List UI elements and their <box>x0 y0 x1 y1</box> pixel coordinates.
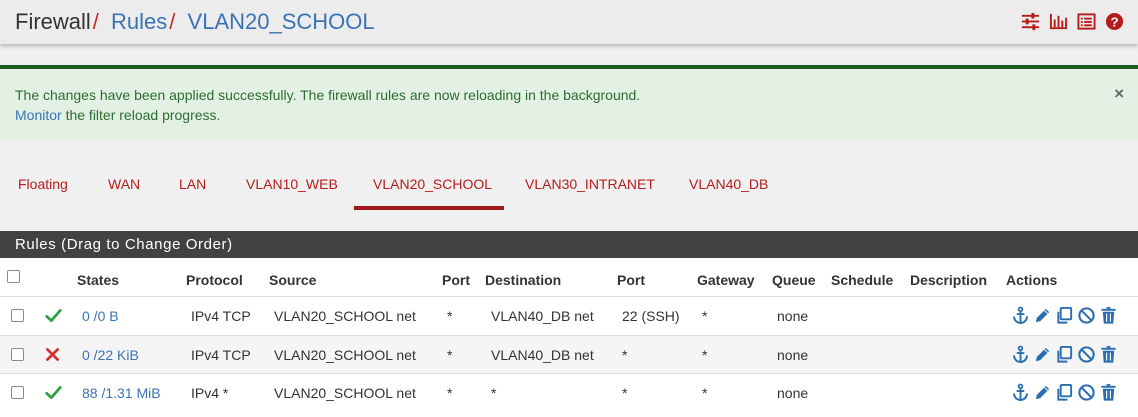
help-icon[interactable]: ? <box>1105 12 1124 31</box>
source-cell: VLAN20_SCHOOL net <box>274 347 416 363</box>
trash-icon[interactable] <box>1099 345 1118 364</box>
tab-vlan30-intranet[interactable]: VLAN30_INTRANET <box>525 176 655 192</box>
column-states: States <box>77 272 120 288</box>
anchor-icon[interactable] <box>1011 306 1030 325</box>
disable-icon[interactable] <box>1077 306 1096 325</box>
trash-icon[interactable] <box>1099 383 1118 402</box>
port-cell: * <box>447 385 453 401</box>
copy-icon[interactable] <box>1055 383 1074 402</box>
row-checkbox[interactable] <box>11 348 24 361</box>
destination-cell: * <box>491 385 497 401</box>
tab-wan[interactable]: WAN <box>108 176 140 192</box>
gateway-cell: * <box>702 308 708 324</box>
column-queue: Queue <box>772 272 816 288</box>
queue-cell: none <box>777 308 809 324</box>
queue-cell: none <box>777 347 809 363</box>
trash-icon[interactable] <box>1099 306 1118 325</box>
column-gateway: Gateway <box>697 272 755 288</box>
states-link[interactable]: 88 /1.31 MiB <box>82 385 161 401</box>
states-link[interactable]: 0 /0 B <box>82 308 119 324</box>
port-cell: * <box>447 347 453 363</box>
tab-vlan10-web[interactable]: VLAN10_WEB <box>246 176 338 192</box>
select-all-checkbox[interactable] <box>7 270 20 283</box>
tab-vlan40-db[interactable]: VLAN40_DB <box>689 176 768 192</box>
column-source: Source <box>269 272 317 288</box>
gateway-cell: * <box>702 385 708 401</box>
column-schedule: Schedule <box>831 272 894 288</box>
anchor-icon[interactable] <box>1011 345 1030 364</box>
panel-title: Rules (Drag to Change Order) <box>15 236 233 253</box>
alert-message: The changes have been applied successful… <box>15 87 641 103</box>
gateway-cell: * <box>702 347 708 363</box>
row-actions <box>1011 306 1118 325</box>
protocol-cell: IPv4 TCP <box>191 308 251 324</box>
tab-lan[interactable]: LAN <box>179 176 206 192</box>
table-row[interactable]: 88 /1.31 MiB IPv4 * VLAN20_SCHOOL net * … <box>0 373 1138 412</box>
breadcrumb-separator: / <box>92 9 99 34</box>
protocol-cell: IPv4 TCP <box>191 347 251 363</box>
header-toolbar: ? <box>1021 12 1124 31</box>
check-icon[interactable] <box>45 384 62 401</box>
tab-vlan20-school[interactable]: VLAN20_SCHOOL <box>373 176 492 192</box>
table-row[interactable]: 0 /0 B IPv4 TCP VLAN20_SCHOOL net * VLAN… <box>0 296 1138 335</box>
interface-tabs: Floating WAN LAN VLAN10_WEB VLAN20_SCHOO… <box>0 140 1138 230</box>
svg-text:?: ? <box>1110 14 1118 29</box>
row-checkbox[interactable] <box>11 309 24 322</box>
page-header: Firewall/ Rules/ VLAN20_SCHOOL ? <box>0 0 1138 44</box>
states-link[interactable]: 0 /22 KiB <box>82 347 139 363</box>
block-x-icon[interactable] <box>44 346 61 363</box>
destination-cell: VLAN40_DB net <box>491 347 594 363</box>
port-cell: * <box>447 308 453 324</box>
column-protocol: Protocol <box>186 272 243 288</box>
column-actions: Actions <box>1006 272 1058 288</box>
edit-pencil-icon[interactable] <box>1033 383 1052 402</box>
protocol-cell: IPv4 * <box>191 385 229 401</box>
edit-pencil-icon[interactable] <box>1033 306 1052 325</box>
destination-cell: VLAN40_DB net <box>491 308 594 324</box>
dest-port-cell: * <box>622 347 628 363</box>
rules-panel-header: Rules (Drag to Change Order) <box>0 231 1138 258</box>
bar-chart-icon[interactable] <box>1049 12 1068 31</box>
rules-table: States Protocol Source Port Destination … <box>0 258 1138 417</box>
breadcrumb-current[interactable]: VLAN20_SCHOOL <box>188 9 375 34</box>
column-destination: Destination <box>485 272 562 288</box>
row-actions <box>1011 345 1118 364</box>
breadcrumb-separator: / <box>169 9 176 34</box>
column-dest-port: Port <box>617 272 645 288</box>
success-alert: The changes have been applied successful… <box>0 69 1138 140</box>
dest-port-cell: * <box>622 385 628 401</box>
queue-cell: none <box>777 385 809 401</box>
column-description: Description <box>910 272 988 288</box>
settings-sliders-icon[interactable] <box>1021 12 1040 31</box>
column-port: Port <box>442 272 470 288</box>
breadcrumb-rules-link[interactable]: Rules <box>111 9 167 34</box>
dest-port-cell: 22 (SSH) <box>622 308 680 324</box>
disable-icon[interactable] <box>1077 345 1096 364</box>
close-icon[interactable]: × <box>1114 85 1124 103</box>
list-icon[interactable] <box>1077 12 1096 31</box>
disable-icon[interactable] <box>1077 383 1096 402</box>
copy-icon[interactable] <box>1055 306 1074 325</box>
table-row[interactable]: 0 /22 KiB IPv4 TCP VLAN20_SCHOOL net * V… <box>0 335 1138 374</box>
edit-pencil-icon[interactable] <box>1033 345 1052 364</box>
alert-monitor-text: the filter reload progress. <box>61 107 221 123</box>
anchor-icon[interactable] <box>1011 383 1030 402</box>
alert-monitor-line: Monitor the filter reload progress. <box>15 107 220 123</box>
source-cell: VLAN20_SCHOOL net <box>274 308 416 324</box>
breadcrumb: Firewall/ Rules/ VLAN20_SCHOOL <box>15 9 375 35</box>
breadcrumb-firewall: Firewall <box>15 9 91 34</box>
check-icon[interactable] <box>45 307 62 324</box>
source-cell: VLAN20_SCHOOL net <box>274 385 416 401</box>
copy-icon[interactable] <box>1055 345 1074 364</box>
row-checkbox[interactable] <box>11 386 24 399</box>
monitor-link[interactable]: Monitor <box>15 107 62 123</box>
active-tab-indicator <box>354 206 504 210</box>
row-actions <box>1011 383 1118 402</box>
tab-floating[interactable]: Floating <box>18 176 68 192</box>
